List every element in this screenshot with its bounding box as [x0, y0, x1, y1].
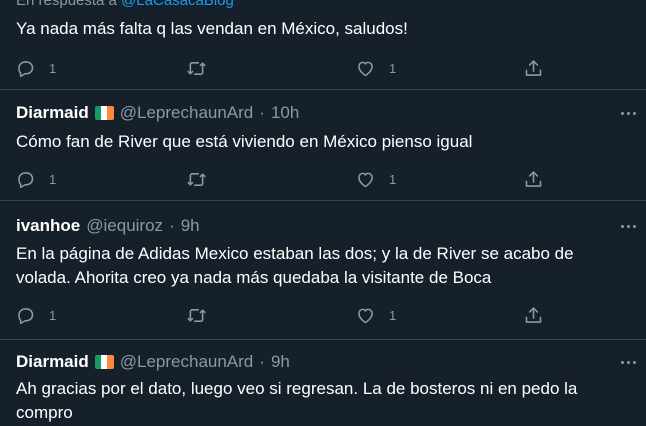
timestamp[interactable]: 9h: [181, 216, 200, 236]
more-options-button[interactable]: [616, 219, 640, 233]
dot-separator: ·: [169, 216, 175, 235]
reply-icon: [18, 60, 34, 77]
like-count: 1: [389, 60, 397, 76]
tweet-text: Ya nada más falta q las vendan en México…: [16, 19, 408, 38]
reply-icon: [18, 171, 34, 188]
author-name[interactable]: Diarmaid: [16, 103, 89, 123]
tweet-header: Diarmaid @LeprechaunArd · 9h: [16, 351, 290, 373]
tweet-actions: 1 1: [0, 303, 646, 327]
like-count: 1: [389, 171, 397, 187]
dot-separator: ·: [259, 103, 265, 122]
like-button[interactable]: 1: [355, 56, 396, 80]
author-name[interactable]: Diarmaid: [16, 352, 89, 372]
tweet-thread: En respuesta a @LaCasacaBlog Ya nada más…: [0, 0, 646, 426]
more-icon: [620, 360, 624, 364]
reply-button[interactable]: 1: [15, 56, 56, 80]
tweet-header: Diarmaid @LeprechaunArd · 10h: [16, 102, 299, 124]
reply-button[interactable]: 1: [15, 167, 56, 191]
timestamp[interactable]: 10h: [271, 103, 299, 123]
more-icon: [620, 111, 624, 115]
separator: [0, 339, 646, 340]
retweet-button[interactable]: [186, 303, 207, 327]
separator: [0, 89, 646, 90]
tweet-header: ivanhoe @iequiroz · 9h: [16, 215, 200, 237]
tweet-text: En la página de Adidas Mexico estaban la…: [16, 244, 574, 287]
heart-icon: [358, 61, 373, 76]
timestamp[interactable]: 9h: [271, 352, 290, 372]
reply-count: 1: [49, 60, 57, 76]
reply-count: 1: [49, 171, 57, 187]
retweet-icon: [187, 61, 206, 75]
tweet-actions: 1 1: [0, 56, 646, 80]
share-icon: [525, 306, 542, 323]
author-handle[interactable]: @LeprechaunArd: [120, 103, 254, 123]
more-options-button[interactable]: [616, 355, 640, 369]
more-icon: [620, 224, 624, 228]
tweet-text: Ah gracias por el dato, luego veo si reg…: [16, 379, 578, 422]
retweet-icon: [187, 172, 206, 186]
like-button[interactable]: 1: [355, 303, 396, 327]
reply-to-handle-link[interactable]: @LaCasacaBlog: [121, 0, 234, 9]
author-name[interactable]: ivanhoe: [16, 216, 80, 236]
reply-context-prefix: En respuesta a: [16, 0, 117, 9]
reply-count: 1: [49, 307, 57, 323]
retweet-button[interactable]: [186, 167, 207, 191]
reply-icon: [18, 307, 34, 324]
like-button[interactable]: 1: [355, 167, 396, 191]
ireland-flag-icon: [94, 355, 114, 369]
more-options-button[interactable]: [616, 106, 640, 120]
share-button[interactable]: [523, 303, 544, 327]
share-icon: [525, 170, 542, 187]
reply-button[interactable]: 1: [15, 303, 56, 327]
retweet-button[interactable]: [186, 56, 207, 80]
tweet-text: Cómo fan de River que está viviendo en M…: [16, 132, 473, 151]
separator: [0, 200, 646, 201]
like-count: 1: [389, 307, 397, 323]
tweet-actions: 1 1: [0, 167, 646, 191]
heart-icon: [358, 172, 373, 187]
author-handle[interactable]: @LeprechaunArd: [120, 352, 254, 372]
share-button[interactable]: [523, 56, 544, 80]
dot-separator: ·: [259, 352, 265, 371]
reply-context: En respuesta a @LaCasacaBlog: [16, 0, 234, 9]
share-button[interactable]: [523, 167, 544, 191]
ireland-flag-icon: [94, 106, 114, 120]
author-handle[interactable]: @iequiroz: [86, 216, 163, 236]
retweet-icon: [187, 308, 206, 322]
heart-icon: [358, 308, 373, 323]
share-icon: [525, 59, 542, 76]
